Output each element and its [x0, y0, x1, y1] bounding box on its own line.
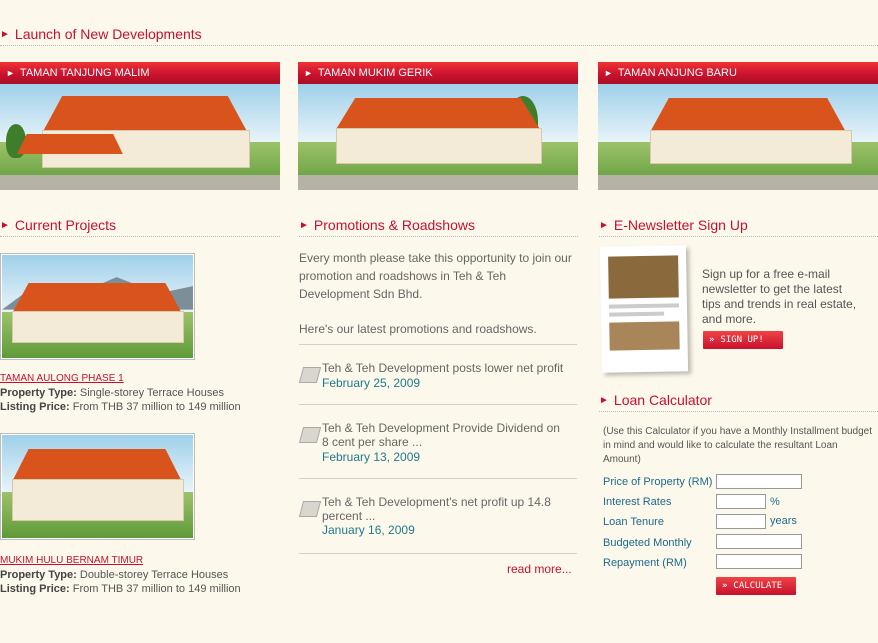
section-arrow-icon: ►: [599, 394, 609, 406]
banner-label: TAMAN MUKIM GERIK: [317, 67, 433, 79]
double-chevron-icon: »: [709, 335, 715, 345]
section-arrow-icon: ►: [599, 219, 609, 231]
project-link-hulu-bernam[interactable]: MUKIM HULU BERNAM TIMUR: [0, 555, 143, 566]
property-type-label: Property Type:: [0, 569, 77, 581]
banner-taman-anjung-baru[interactable]: ► TAMAN ANJUNG BARU: [598, 62, 878, 84]
property-type-value: Double-storey Terrace Houses: [79, 569, 229, 581]
listing-price-label: Listing Price:: [0, 583, 70, 595]
promotions-intro-2: Here's our latest promotions and roadsho…: [299, 322, 537, 336]
read-more-link[interactable]: read more...: [507, 562, 572, 576]
newsletter-text: Sign up for a free e-mail newsletter to …: [702, 267, 857, 326]
calculate-label: CALCULATE: [733, 581, 783, 591]
launch-section-title: ► Launch of New Developments: [0, 23, 878, 46]
banner-arrow-icon: ►: [604, 68, 613, 78]
banner-label: TAMAN ANJUNG BARU: [617, 67, 737, 79]
launch-title-text: Launch of New Developments: [14, 26, 202, 42]
promotions-intro: Every month please take this opportunity…: [299, 251, 572, 301]
document-icon: [298, 501, 322, 517]
budgeted-monthly-input[interactable]: [716, 534, 802, 549]
listing-price-value: From THB 37 million to 149 million: [72, 583, 241, 595]
interest-rates-label: Interest Rates: [603, 496, 672, 508]
loan-tenure-input[interactable]: [716, 514, 766, 529]
project-thumbnail-hulu-bernam[interactable]: [0, 433, 195, 540]
current-projects-title-text: Current Projects: [14, 217, 117, 233]
news-title[interactable]: Teh & Teh Development Provide Dividend o…: [322, 421, 567, 449]
news-date: February 25, 2009: [322, 376, 421, 390]
document-icon: [298, 427, 322, 443]
repayment-input[interactable]: [716, 554, 802, 569]
section-arrow-icon: ►: [299, 219, 309, 231]
project-type-aulong: Property Type: Single-storey Terrace Hou…: [0, 387, 224, 399]
interest-rates-suffix: %: [770, 496, 780, 508]
repayment-label: Repayment (RM): [603, 557, 687, 569]
news-date: February 13, 2009: [322, 450, 421, 464]
document-icon: [298, 367, 322, 383]
development-photo-anjung-baru[interactable]: [598, 84, 878, 190]
price-of-property-label: Price of Property (RM): [603, 476, 713, 488]
listing-price-label: Listing Price:: [0, 401, 70, 413]
section-arrow-icon: ►: [0, 219, 10, 231]
loan-tenure-label: Loan Tenure: [603, 516, 664, 528]
project-price-aulong: Listing Price: From THB 37 million to 14…: [0, 401, 241, 413]
price-of-property-input[interactable]: [716, 474, 802, 489]
sign-up-label: SIGN UP!: [720, 335, 764, 345]
news-title[interactable]: Teh & Teh Development posts lower net pr…: [322, 361, 567, 375]
project-price-hulu-bernam: Listing Price: From THB 37 million to 14…: [0, 583, 241, 595]
property-type-label: Property Type:: [0, 387, 77, 399]
project-type-hulu-bernam: Property Type: Double-storey Terrace Hou…: [0, 569, 228, 581]
interest-rates-input[interactable]: [716, 494, 766, 509]
newsletter-title: ► E-Newsletter Sign Up: [599, 214, 878, 237]
newsletter-title-text: E-Newsletter Sign Up: [613, 217, 748, 233]
banner-arrow-icon: ►: [304, 68, 313, 78]
newsletter-magazine-image: [599, 245, 689, 373]
double-chevron-icon: »: [722, 581, 728, 591]
loan-tenure-suffix: years: [770, 515, 797, 527]
development-photo-tanjung-malim[interactable]: [0, 84, 280, 190]
budgeted-monthly-label: Budgeted Monthly: [603, 537, 692, 549]
loan-title-text: Loan Calculator: [613, 392, 712, 408]
promotions-title: ► Promotions & Roadshows: [299, 214, 578, 237]
calculate-button[interactable]: » CALCULATE: [716, 577, 796, 595]
project-thumbnail-aulong[interactable]: [0, 253, 195, 360]
news-date: January 16, 2009: [322, 523, 415, 537]
loan-intro: (Use this Calculator if you have a Month…: [603, 426, 873, 465]
promotions-title-text: Promotions & Roadshows: [313, 217, 475, 233]
news-title[interactable]: Teh & Teh Development's net profit up 14…: [322, 495, 567, 523]
property-type-value: Single-storey Terrace Houses: [79, 387, 224, 399]
banner-label: TAMAN TANJUNG MALIM: [19, 67, 150, 79]
news-item[interactable]: Teh & Teh Development posts lower net pr…: [298, 344, 577, 404]
listing-price-value: From THB 37 million to 149 million: [72, 401, 241, 413]
news-item[interactable]: Teh & Teh Development's net profit up 14…: [298, 478, 577, 553]
sign-up-button[interactable]: » SIGN UP!: [703, 331, 783, 349]
section-arrow-icon: ►: [0, 28, 10, 40]
banner-taman-tanjung-malim[interactable]: ► TAMAN TANJUNG MALIM: [0, 62, 280, 84]
news-divider: [299, 553, 577, 554]
development-photo-mukim-gerik[interactable]: [298, 84, 578, 190]
banner-arrow-icon: ►: [6, 68, 15, 78]
project-link-aulong[interactable]: TAMAN AULONG PHASE 1: [0, 373, 124, 384]
news-item[interactable]: Teh & Teh Development Provide Dividend o…: [298, 404, 577, 478]
loan-calculator-title: ► Loan Calculator: [599, 389, 878, 412]
banner-taman-mukim-gerik[interactable]: ► TAMAN MUKIM GERIK: [298, 62, 578, 84]
current-projects-title: ► Current Projects: [0, 214, 280, 237]
